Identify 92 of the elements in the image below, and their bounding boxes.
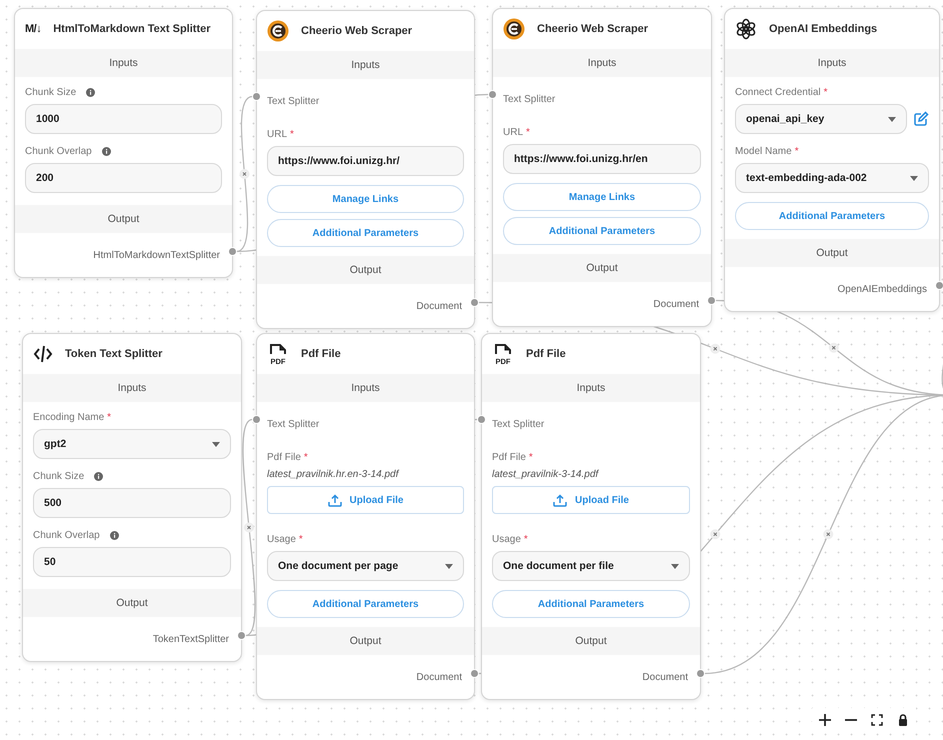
code-icon: [33, 344, 53, 364]
section-header: Inputs: [257, 51, 474, 79]
connection-handle[interactable]: [488, 90, 497, 99]
knot-logo-icon: [735, 18, 757, 40]
field-label: Pdf File *: [492, 452, 533, 463]
fit-view-icon[interactable]: [870, 713, 884, 727]
field-label: URL *: [503, 127, 530, 138]
node-card[interactable]: OpenAI Embeddings Inputs Connect Credential * openai_api_key Model Name * text-embedding-ada-002 Additional Parameters Output OpenAIEmbeddings: [724, 8, 940, 312]
edge-delete-button[interactable]: [710, 344, 720, 354]
file-name: latest_pravilnik.hr.en-3-14.pdf: [267, 469, 400, 480]
section-header: Inputs: [23, 374, 241, 402]
connection-handle[interactable]: [696, 669, 705, 678]
section-header: Output: [257, 256, 474, 284]
dropdown[interactable]: text-embedding-ada-002: [735, 163, 929, 193]
output-label: HtmlToMarkdownTextSplitter: [93, 250, 220, 261]
caret-icon: [445, 564, 453, 568]
edit-icon[interactable]: [913, 111, 929, 127]
node-title: HtmlToMarkdown Text Splitter: [53, 23, 210, 35]
field-label: Chunk Overlap: [33, 530, 100, 541]
node-title: Pdf File: [526, 348, 566, 360]
caret-icon: [212, 442, 220, 446]
field-label: URL *: [267, 129, 294, 140]
circle-logo-icon: [267, 20, 289, 42]
field-label: Usage *: [492, 534, 528, 545]
dropdown[interactable]: gpt2: [33, 429, 231, 459]
input-label: Text Splitter: [267, 419, 320, 430]
field-label: Model Name *: [735, 146, 799, 157]
connection-handle[interactable]: [470, 298, 479, 307]
section-header: Output: [725, 239, 939, 267]
section-header: Inputs: [15, 49, 232, 77]
field-label: Encoding Name *: [33, 412, 112, 423]
connection-handle[interactable]: [935, 281, 943, 290]
caret-icon: [910, 176, 918, 180]
dropdown[interactable]: openai_api_key: [735, 104, 907, 134]
lock-icon[interactable]: [896, 713, 910, 727]
connection-handle[interactable]: [228, 247, 237, 256]
connection-handle[interactable]: [252, 92, 261, 101]
connection-handle[interactable]: [470, 669, 479, 678]
input-field[interactable]: https://www.foi.unizg.hr/: [267, 146, 464, 176]
input-field[interactable]: 1000: [25, 104, 222, 134]
field-label: Chunk Size: [25, 87, 76, 98]
node-title: Cheerio Web Scraper: [301, 25, 412, 37]
section-header: Output: [493, 254, 711, 282]
input-field[interactable]: 50: [33, 547, 231, 577]
node-title: Token Text Splitter: [65, 348, 162, 360]
section-header: Output: [15, 205, 232, 233]
connection-handle[interactable]: [237, 631, 246, 640]
connection-handle[interactable]: [707, 296, 716, 305]
output-label: Document: [642, 672, 688, 683]
output-label: TokenTextSplitter: [152, 634, 229, 645]
section-header: Inputs: [493, 49, 711, 77]
node-title: Cheerio Web Scraper: [537, 23, 648, 35]
input-field[interactable]: 200: [25, 163, 222, 193]
caret-icon: [888, 116, 896, 122]
section-header: Output: [257, 627, 474, 655]
edge-delete-button[interactable]: [710, 529, 720, 540]
edge-delete-button[interactable]: [240, 169, 250, 179]
output-label: Document: [416, 672, 462, 683]
field-label: Chunk Size: [33, 471, 84, 482]
edge-delete-button[interactable]: [823, 529, 834, 540]
section-header: Output: [482, 627, 700, 655]
field-label: Pdf File *: [267, 452, 308, 463]
section-header: Inputs: [725, 49, 939, 77]
edge-delete-button[interactable]: [828, 342, 839, 353]
markdown-icon: M/↓: [25, 23, 42, 35]
caret-icon: [671, 564, 679, 568]
section-header: Inputs: [257, 374, 474, 402]
connection-handle[interactable]: [477, 415, 486, 424]
input-label: Text Splitter: [267, 96, 320, 107]
dropdown[interactable]: One document per file: [492, 551, 690, 581]
output-label: Document: [653, 299, 699, 310]
upload-icon: [553, 494, 568, 506]
node-title: Pdf File: [301, 348, 341, 360]
input-field[interactable]: 500: [33, 488, 231, 518]
section-header: Inputs: [482, 374, 700, 402]
input-field[interactable]: https://www.foi.unizg.hr/en: [503, 144, 701, 174]
edge-delete-button[interactable]: [244, 522, 254, 532]
output-label: OpenAIEmbeddings: [837, 284, 927, 295]
file-name: latest_pravilnik-3-14.pdf: [492, 469, 600, 480]
output-label: Document: [416, 301, 462, 312]
node-title: OpenAI Embeddings: [769, 23, 878, 35]
field-label: Usage *: [267, 534, 303, 545]
upload-icon: [328, 494, 342, 506]
field-label: Chunk Overlap: [25, 146, 92, 157]
section-header: Output: [23, 589, 241, 617]
zoom-in-icon[interactable]: [818, 713, 832, 727]
dropdown[interactable]: One document per page: [267, 551, 464, 581]
input-label: Text Splitter: [503, 94, 556, 105]
connection-handle[interactable]: [252, 415, 261, 424]
field-label: Connect Credential *: [735, 87, 828, 98]
circle-logo-icon: [503, 18, 525, 40]
input-label: Text Splitter: [492, 419, 544, 430]
